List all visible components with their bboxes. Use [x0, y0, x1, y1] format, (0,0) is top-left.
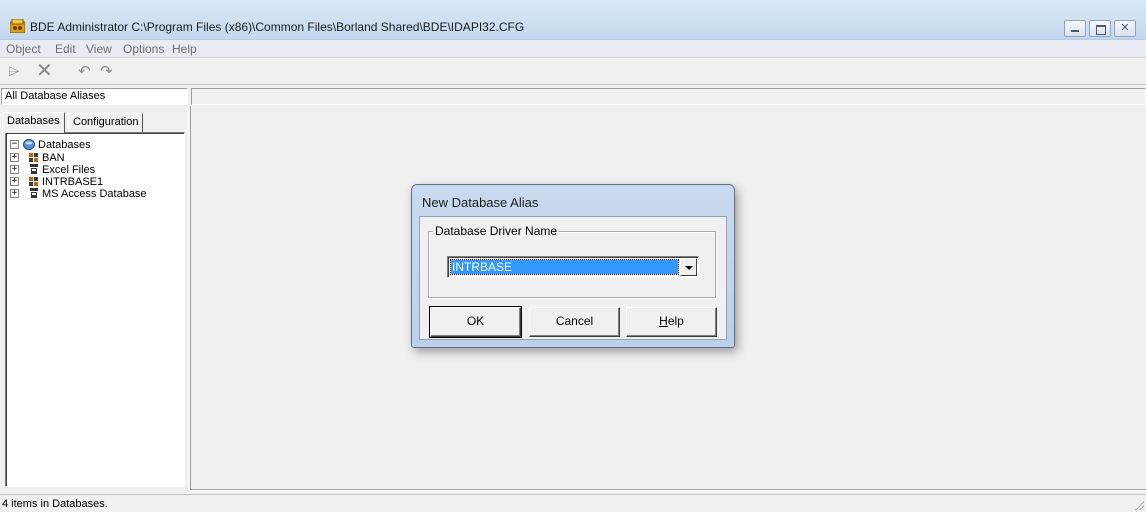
definition-header	[191, 88, 1146, 105]
selection-label-box: All Database Aliases	[1, 88, 188, 105]
resize-grip-icon[interactable]	[1134, 500, 1144, 510]
menu-bar: Object Edit View Options Help	[0, 40, 1146, 58]
undo-icon[interactable]: ↶	[78, 63, 91, 81]
help-button[interactable]: Help	[626, 307, 717, 337]
menu-help[interactable]: Help	[172, 42, 197, 56]
status-text: 4 items in Databases.	[2, 498, 108, 510]
divider	[191, 489, 1146, 491]
title-bar: BDE Administrator C:\Program Files (x86)…	[0, 0, 1146, 40]
tab-configuration[interactable]: Configuration	[68, 113, 144, 132]
driver-groupbox: Database Driver Name INTRBASE	[428, 224, 716, 298]
close-button[interactable]: ✕	[1114, 20, 1136, 37]
odbc-alias-icon	[30, 164, 38, 174]
toolbar: ⌲ ✕ ↶ ↷	[0, 58, 1146, 85]
close-icon: ✕	[1120, 22, 1130, 34]
group-label: Database Driver Name	[433, 224, 560, 238]
expand-icon[interactable]: +	[10, 177, 19, 186]
driver-name-combobox[interactable]: INTRBASE	[447, 256, 699, 278]
database-alias-icon	[29, 153, 38, 162]
odbc-alias-icon	[30, 188, 38, 198]
delete-icon[interactable]: ✕	[36, 61, 53, 81]
ok-button[interactable]: OK	[429, 306, 522, 338]
maximize-button[interactable]	[1089, 20, 1111, 37]
expand-icon[interactable]: +	[10, 153, 19, 162]
collapse-icon[interactable]: −	[10, 140, 19, 149]
driver-name-value: INTRBASE	[450, 259, 679, 275]
cancel-button[interactable]: Cancel	[529, 307, 620, 337]
expand-icon[interactable]: +	[10, 165, 19, 174]
tree-label: BAN	[42, 152, 65, 164]
tree-label: MS Access Database	[42, 188, 147, 200]
menu-view[interactable]: View	[86, 42, 112, 56]
dropdown-arrow-icon[interactable]	[680, 258, 697, 276]
dialog-body: Database Driver Name INTRBASE OK Cancel …	[419, 216, 727, 340]
menu-object[interactable]: Object	[6, 42, 41, 56]
open-icon[interactable]: ⌲	[8, 63, 20, 81]
window-title: BDE Administrator C:\Program Files (x86)…	[30, 20, 525, 34]
panel-splitter[interactable]	[188, 106, 191, 490]
tree-label: INTRBASE1	[42, 176, 104, 188]
database-alias-icon	[29, 177, 38, 186]
databases-icon	[23, 139, 35, 150]
help-button-label: Help	[659, 314, 684, 328]
expand-icon[interactable]: +	[10, 189, 19, 198]
tree-label: Excel Files	[42, 164, 96, 176]
redo-icon[interactable]: ↷	[100, 63, 113, 81]
bde-app-icon	[10, 19, 25, 33]
window-controls: ✕	[1061, 20, 1136, 37]
tab-databases[interactable]: Databases	[2, 112, 65, 133]
selection-label: All Database Aliases	[5, 90, 106, 102]
dialog-title: New Database Alias	[422, 195, 539, 210]
minimize-button[interactable]	[1064, 20, 1086, 37]
database-tree[interactable]: − Databases + BAN + Excel Files + INTRBA…	[5, 132, 185, 487]
new-database-alias-dialog: New Database Alias Database Driver Name …	[411, 184, 735, 348]
status-bar: 4 items in Databases.	[0, 494, 1146, 512]
tree-label: Databases	[38, 139, 91, 151]
menu-edit[interactable]: Edit	[55, 42, 76, 56]
menu-options[interactable]: Options	[123, 42, 164, 56]
